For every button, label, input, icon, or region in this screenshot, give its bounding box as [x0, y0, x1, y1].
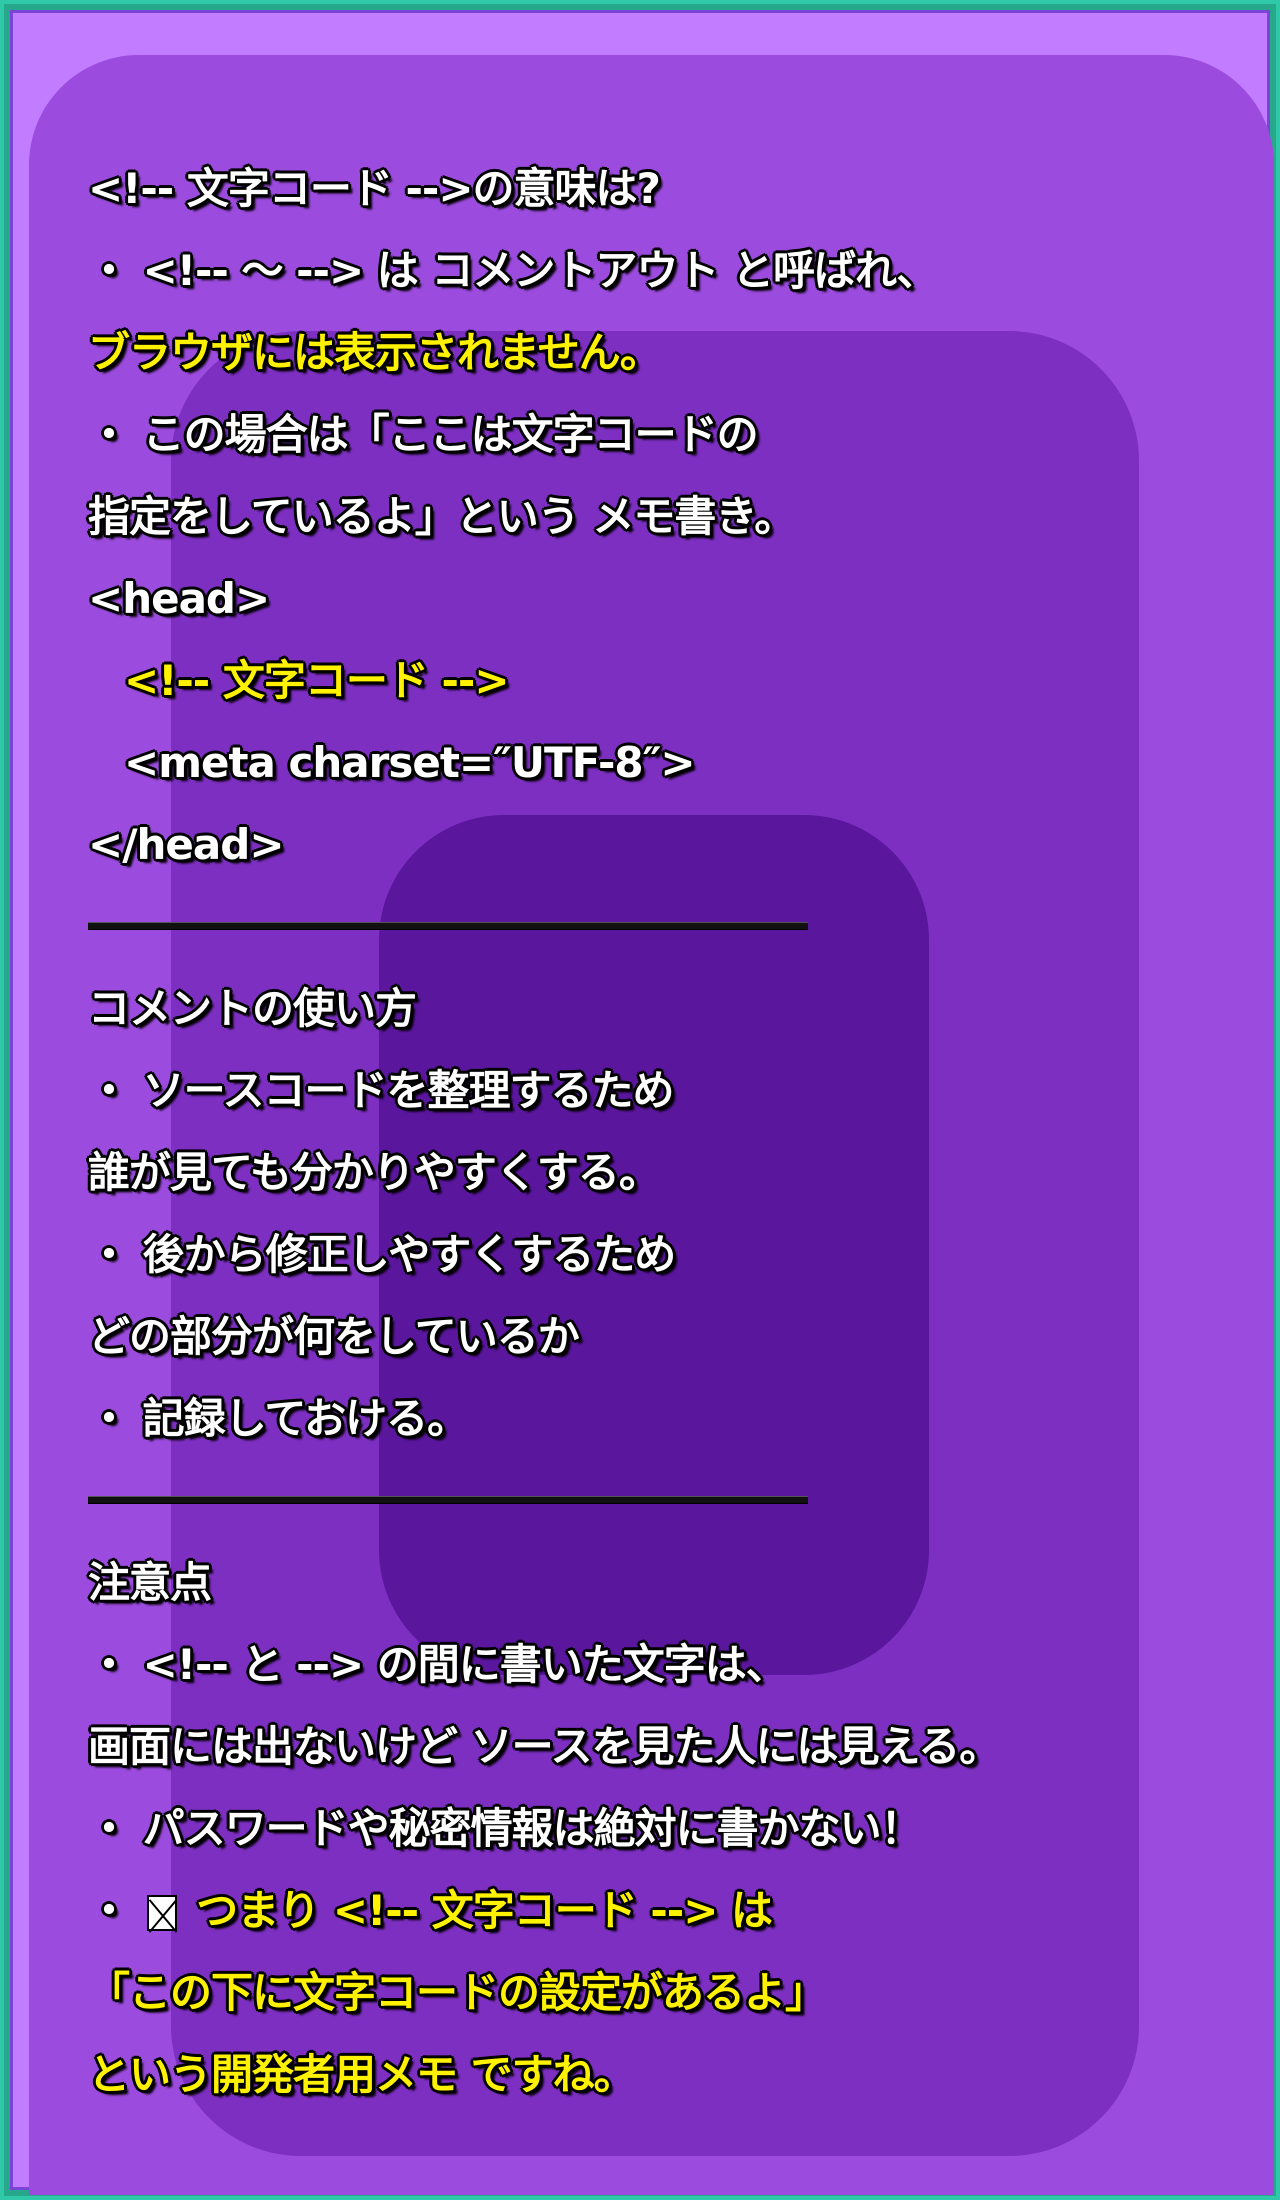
highlight-line: という開発者用メモ ですね。	[88, 2050, 636, 2099]
summary-text: つまり <!-- 文字コード --> は	[196, 1886, 773, 1935]
bullet: ・	[88, 1886, 130, 1935]
code-line: </head>	[88, 820, 285, 869]
article-body: <!-- 文字コード -->の意味は? ・ <!-- 〜 --> は コメントア…	[88, 148, 1258, 2116]
divider-row	[88, 1460, 1258, 1542]
text-line: ・ 後から修正しやすくするため	[88, 1230, 676, 1279]
text-line: 画面には出ないけど ソースを見た人には見える。	[88, 1722, 1001, 1771]
section-title-caution: 注意点	[88, 1558, 212, 1607]
text-line: ・ 記録しておける。	[88, 1394, 469, 1443]
text-line: ・ <!-- 〜 --> は コメントアウト と呼ばれ、	[88, 246, 938, 295]
summary-line: ・ つまり <!-- 文字コード --> は	[88, 1870, 1258, 1952]
code-line: <head>	[88, 574, 270, 623]
text-line: 指定をしているよ」という メモ書き。	[88, 492, 796, 541]
highlight-line: 「この下に文字コードの設定があるよ」	[88, 1968, 827, 2017]
text-line: ・ ソースコードを整理するため	[88, 1066, 675, 1115]
divider-row	[88, 886, 1258, 968]
code-line: <meta charset=″UTF-8″>	[124, 738, 696, 787]
text-line: ・ この場合は「ここは文字コードの	[88, 410, 759, 459]
section-title-meaning: <!-- 文字コード -->の意味は?	[88, 164, 661, 213]
text-line: ・ <!-- と --> の間に書いた文字は、	[88, 1640, 788, 1689]
divider	[88, 1496, 808, 1504]
section-title-usage: コメントの使い方	[88, 984, 417, 1033]
text-line: どの部分が何をしているか	[88, 1312, 580, 1361]
text-line: 誰が見ても分かりやすくする。	[88, 1148, 661, 1197]
highlight-line: ブラウザには表示されません。	[88, 328, 662, 377]
box-x-icon	[146, 1895, 177, 1931]
code-comment-line: <!-- 文字コード -->	[124, 656, 510, 705]
text-line: ・ パスワードや秘密情報は絶対に書かない！	[88, 1804, 923, 1853]
divider	[88, 922, 808, 930]
